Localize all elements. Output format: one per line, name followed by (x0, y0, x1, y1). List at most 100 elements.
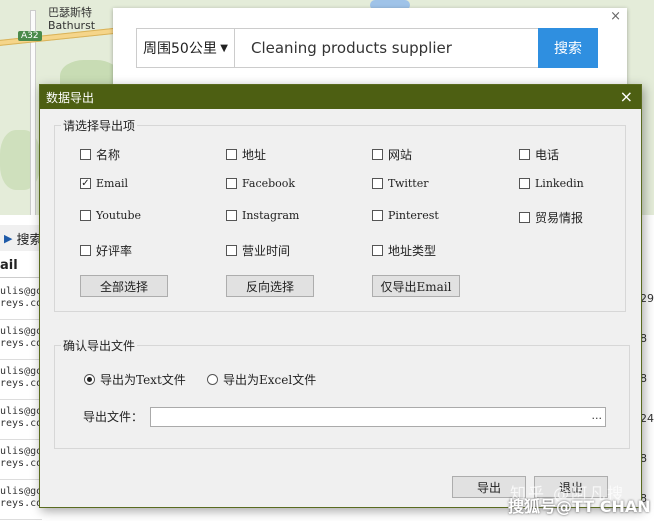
confirm-export-title: 确认导出文件 (61, 337, 138, 354)
field-checkbox-6[interactable]: Twitter (372, 177, 429, 190)
field-checkbox-label: 好评率 (96, 244, 133, 258)
row-email-line2: reys.co (0, 378, 42, 389)
column-header-email[interactable]: ail (0, 255, 42, 278)
town-name-cn: 巴瑟斯特 (48, 6, 92, 19)
checkbox-icon (226, 178, 237, 189)
field-checkbox-label: 贸易情报 (535, 211, 584, 225)
table-row[interactable]: ulis@go reys.co (0, 360, 42, 400)
road-label: A32 (18, 31, 42, 41)
checkbox-icon (80, 210, 91, 221)
checkbox-icon (372, 149, 383, 160)
export-excel-radio[interactable]: 导出为Excel文件 (207, 371, 316, 388)
row-email-line1: ulis@go (0, 406, 42, 417)
field-checkbox-8[interactable]: Youtube (80, 209, 141, 222)
row-email-line2: reys.co (0, 298, 42, 309)
field-checkbox-9[interactable]: Instagram (226, 209, 299, 222)
email-only-button[interactable]: 仅导出Email (372, 275, 460, 297)
field-checkbox-0[interactable]: 名称 (80, 146, 120, 163)
row-email-line2: reys.co (0, 338, 42, 349)
field-checkbox-5[interactable]: Facebook (226, 177, 295, 190)
row-right-value: 24 (640, 412, 654, 425)
row-right-value: 29 (640, 292, 654, 305)
radius-select-value: 周围50公里 (143, 41, 217, 57)
play-icon: ▶ (4, 231, 13, 245)
radio-dot (84, 374, 95, 385)
field-checkbox-1[interactable]: 地址 (226, 146, 266, 163)
checkbox-checked-icon: ✓ (80, 178, 91, 189)
table-row[interactable]: ulis@go reys.co (0, 280, 42, 320)
field-checkbox-label: Linkedin (535, 177, 584, 190)
field-checkbox-13[interactable]: 营业时间 (226, 242, 290, 259)
dialog-titlebar[interactable]: 数据导出 × (40, 85, 641, 109)
checkbox-icon (519, 178, 530, 189)
export-dialog: 数据导出 × 请选择导出项 名称 地址 网站 电话 ✓ Email Facebook Twit… (39, 84, 642, 508)
radio-dot (207, 374, 218, 385)
watermark-sohu: 搜狐号@TT CHAN (508, 497, 651, 516)
row-email-line1: ulis@go (0, 326, 42, 337)
checkbox-icon (372, 245, 383, 256)
field-checkbox-3[interactable]: 电话 (519, 146, 559, 163)
search-button[interactable]: 搜索 (538, 28, 598, 68)
export-file-input[interactable]: ... (150, 407, 606, 427)
checkbox-icon (226, 210, 237, 221)
table-row[interactable]: ulis@go reys.co (0, 400, 42, 440)
keyword-input[interactable] (234, 28, 539, 68)
map-town-label: 巴瑟斯特 Bathurst (48, 6, 95, 32)
field-checkbox-12[interactable]: 好评率 (80, 242, 132, 259)
row-email-line1: ulis@go (0, 366, 42, 377)
checkbox-icon (519, 212, 530, 223)
export-text-radio[interactable]: 导出为Text文件 (84, 371, 186, 388)
field-checkbox-label: 营业时间 (242, 244, 291, 258)
field-checkbox-label: Email (96, 177, 129, 190)
field-checkbox-11[interactable]: 贸易情报 (519, 209, 583, 226)
invert-select-button[interactable]: 反向选择 (226, 275, 314, 297)
table-row[interactable]: ulis@go reys.co (0, 440, 42, 480)
results-rows: ulis@go reys.co ulis@go reys.co ulis@go reys.… (0, 280, 42, 520)
search-close-icon[interactable]: × (610, 9, 621, 24)
checkbox-icon (80, 245, 91, 256)
row-right-value: 8 (640, 372, 647, 385)
row-email-line2: reys.co (0, 458, 42, 469)
row-email-line2: reys.co (0, 498, 42, 509)
field-checkbox-10[interactable]: Pinterest (372, 209, 439, 222)
export-text-label: 导出为Text文件 (100, 373, 186, 387)
town-name-en: Bathurst (48, 19, 96, 32)
field-checkbox-label: Pinterest (388, 209, 439, 222)
table-row[interactable]: ulis@go reys.co (0, 480, 42, 520)
row-right-value: 8 (640, 452, 647, 465)
browse-button[interactable]: ... (592, 409, 603, 422)
dialog-close-icon[interactable]: × (620, 87, 633, 106)
caret-down-icon: ▼ (220, 42, 228, 54)
row-email-line1: ulis@go (0, 446, 42, 457)
field-checkbox-7[interactable]: Linkedin (519, 177, 584, 190)
row-email-line1: ulis@go (0, 486, 42, 497)
row-email-line2: reys.co (0, 418, 42, 429)
field-checkbox-label: 地址类型 (388, 244, 437, 258)
checkbox-icon (226, 245, 237, 256)
checkbox-icon (519, 149, 530, 160)
field-checkbox-label: Twitter (388, 177, 429, 190)
select-all-button[interactable]: 全部选择 (80, 275, 168, 297)
checkbox-icon (372, 210, 383, 221)
table-row[interactable]: ulis@go reys.co (0, 320, 42, 360)
export-file-label: 导出文件： (83, 410, 144, 424)
field-checkbox-label: 地址 (242, 148, 267, 162)
checkbox-icon (372, 178, 383, 189)
results-right-column: 29 8 8 24 8 8 (640, 280, 654, 520)
confirm-export-group: 确认导出文件 (54, 337, 630, 449)
field-checkbox-4[interactable]: ✓ Email (80, 177, 128, 190)
row-email-line1: ulis@go (0, 286, 42, 297)
field-checkbox-label: 名称 (96, 148, 121, 162)
dialog-title: 数据导出 (46, 90, 95, 105)
export-excel-label: 导出为Excel文件 (223, 373, 317, 387)
search-panel: × 周围50公里 ▼ 搜索 (113, 8, 627, 88)
field-checkbox-14[interactable]: 地址类型 (372, 242, 436, 259)
row-right-value: 8 (640, 332, 647, 345)
checkbox-icon (80, 149, 91, 160)
radius-select[interactable]: 周围50公里 ▼ (136, 28, 234, 68)
field-checkbox-2[interactable]: 网站 (372, 146, 412, 163)
field-checkbox-label: 电话 (535, 148, 560, 162)
field-checkbox-label: Youtube (96, 209, 142, 222)
field-checkbox-label: Instagram (242, 209, 300, 222)
field-checkbox-label: 网站 (388, 148, 413, 162)
